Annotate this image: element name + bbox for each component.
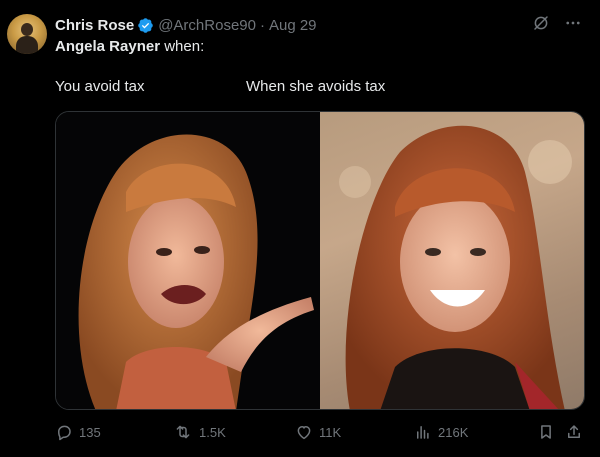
- tweet-actions: 135 1.5K 11K 216K: [55, 423, 585, 443]
- photo-left-illustration: [78, 134, 314, 409]
- like-button[interactable]: 11K: [295, 423, 341, 441]
- tweet-media[interactable]: [55, 111, 585, 410]
- author-name[interactable]: Chris Rose: [55, 17, 134, 34]
- tweet-header: Chris Rose @ArchRose90 · Aug 29: [55, 14, 317, 36]
- photo-right-illustration: [339, 125, 572, 409]
- repost-icon: [176, 425, 190, 439]
- tweet-top-actions: [532, 14, 582, 32]
- reply-button[interactable]: 135: [55, 423, 101, 441]
- bookmark-button[interactable]: [537, 423, 561, 441]
- reply-icon: [58, 425, 71, 441]
- bookmark-icon: [541, 425, 551, 439]
- tweet-date[interactable]: Aug 29: [269, 17, 317, 34]
- caption-right: When she avoids tax: [246, 78, 386, 95]
- like-count: 11K: [319, 424, 342, 440]
- share-button[interactable]: [565, 423, 589, 441]
- like-icon: [297, 426, 311, 440]
- view-count: 216K: [438, 424, 469, 440]
- tweet[interactable]: Chris Rose @ArchRose90 · Aug 29 Angela R…: [0, 0, 600, 457]
- avatar-head: [21, 23, 33, 36]
- photo-left[interactable]: [56, 112, 320, 409]
- share-icon: [568, 425, 580, 438]
- repost-button[interactable]: 1.5K: [173, 423, 226, 441]
- mention-name: Angela Rayner: [55, 38, 161, 55]
- views-icon: [417, 426, 429, 439]
- reply-count: 135: [79, 424, 101, 440]
- tweet-text: Angela Rayner when:: [55, 38, 204, 55]
- caption-left: You avoid tax: [55, 78, 145, 95]
- more-icon[interactable]: [564, 14, 582, 32]
- repost-count: 1.5K: [199, 424, 226, 440]
- author-handle[interactable]: @ArchRose90: [158, 17, 256, 34]
- views-button[interactable]: 216K: [414, 423, 468, 441]
- verified-icon: [138, 17, 153, 33]
- avatar-body: [16, 36, 38, 54]
- grok-icon[interactable]: [532, 14, 550, 32]
- tweet-text-rest: when:: [164, 38, 205, 55]
- photo-right[interactable]: [320, 112, 584, 409]
- separator-dot: ·: [259, 16, 265, 34]
- avatar[interactable]: [7, 14, 47, 54]
